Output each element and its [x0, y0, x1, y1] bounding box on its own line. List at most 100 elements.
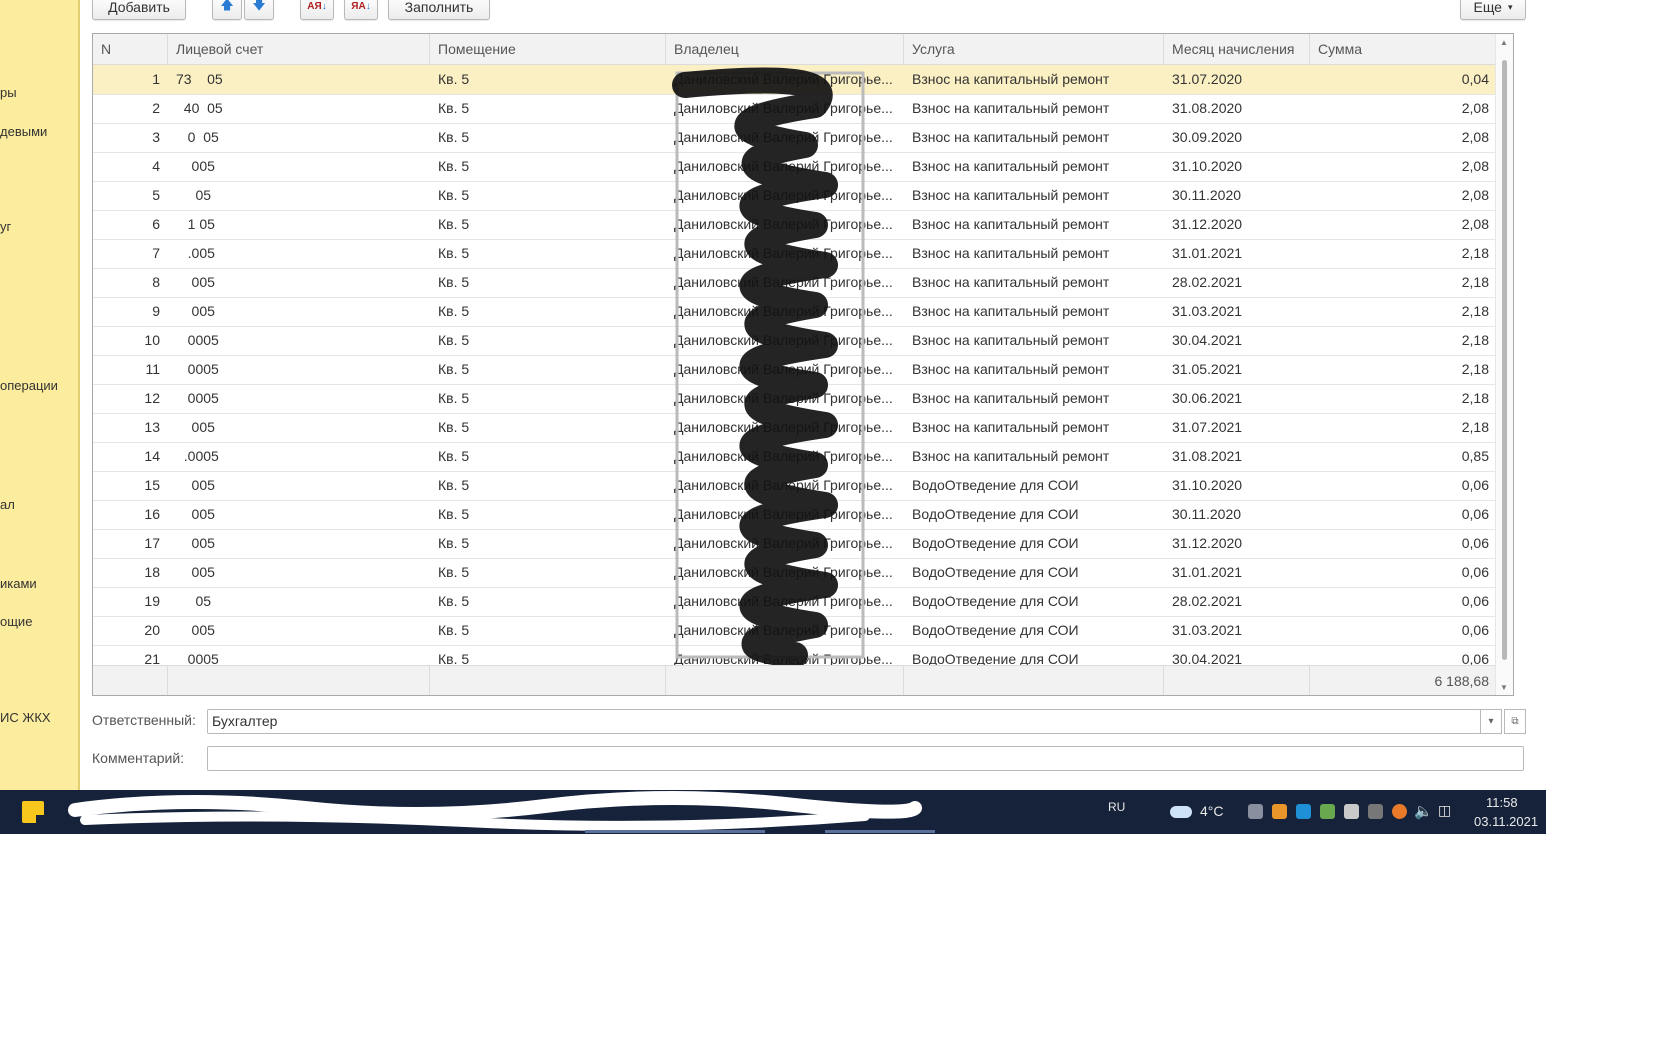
column-header-service[interactable]: Услуга [904, 34, 1164, 64]
responsible-dropdown-button[interactable]: ▾ [1480, 709, 1502, 734]
move-down-button[interactable]: 🡇 [244, 0, 274, 20]
sidebar-item[interactable]: ал [0, 497, 15, 512]
table-row[interactable]: 2 40 05 Кв. 5 Даниловский Валерий Григорье… [93, 94, 1497, 124]
sort-ascending-button[interactable]: АЯ ↓ [300, 0, 334, 20]
responsible-field[interactable]: Бухгалтер [207, 709, 1481, 734]
table-row[interactable]: 18 005 Кв. 5 Даниловский Валерий Григорье.… [93, 558, 1497, 588]
sidebar-item[interactable]: уг [0, 219, 11, 234]
row-number: 5 [152, 187, 160, 203]
sidebar-item[interactable]: операции [0, 378, 58, 393]
weather-temperature[interactable]: 4°C [1200, 803, 1224, 819]
sum-cell: 2,18 [1461, 245, 1489, 261]
row-number: 19 [144, 593, 160, 609]
table-row[interactable]: 17 005 Кв. 5 Даниловский Валерий Григорье.… [93, 529, 1497, 559]
table-row[interactable]: 14 .0005 Кв. 5 Даниловский Валерий Григорь… [93, 442, 1497, 472]
column-header-month[interactable]: Месяц начисления [1164, 34, 1310, 64]
shield-icon[interactable] [1248, 804, 1263, 819]
service-cell: Взнос на капитальный ремонт [912, 419, 1110, 435]
move-up-button[interactable]: 🡅 [212, 0, 242, 20]
table-row[interactable]: 6 1 05 Кв. 5 Даниловский Валерий Григорье.… [93, 210, 1497, 240]
owner-cell: Даниловский Валерий Григорье... [674, 593, 893, 609]
sidebar-item[interactable]: ощие [0, 614, 32, 629]
sidebar-item[interactable]: девыми [0, 124, 47, 139]
table-row[interactable]: 12 0005 Кв. 5 Даниловский Валерий Григорье… [93, 384, 1497, 414]
pen-icon[interactable] [1368, 804, 1383, 819]
room-cell: Кв. 5 [438, 216, 470, 232]
add-button[interactable]: Добавить [92, 0, 186, 20]
messenger-icon[interactable] [1296, 804, 1311, 819]
table-row[interactable]: 4 005 Кв. 5 Даниловский Валерий Григорье..… [93, 152, 1497, 182]
vertical-scrollbar[interactable]: ▲ ▼ [1495, 34, 1513, 695]
scroll-up-icon[interactable]: ▲ [1500, 38, 1508, 47]
column-header-sum[interactable]: Сумма [1310, 34, 1497, 64]
owner-cell: Даниловский Валерий Григорье... [674, 419, 893, 435]
clock-time[interactable]: 11:58 [1486, 795, 1518, 810]
sticky-notes-icon[interactable] [22, 801, 44, 823]
comment-label: Комментарий: [92, 750, 185, 766]
month-cell: 31.07.2021 [1172, 419, 1243, 435]
table-row[interactable]: 8 005 Кв. 5 Даниловский Валерий Григорье..… [93, 268, 1497, 298]
column-header-room[interactable]: Помещение [430, 34, 666, 64]
account-cell: 005 [176, 477, 215, 493]
owner-cell: Даниловский Валерий Григорье... [674, 361, 893, 377]
table-row[interactable]: 16 005 Кв. 5 Даниловский Валерий Григорье.… [93, 500, 1497, 530]
sidebar-item[interactable]: ИС ЖКХ [0, 710, 51, 725]
more-button[interactable]: Еще ▾ [1460, 0, 1526, 20]
owner-cell: Даниловский Валерий Григорье... [674, 129, 893, 145]
mail-icon[interactable] [1272, 804, 1287, 819]
month-cell: 31.05.2021 [1172, 361, 1243, 377]
table-row[interactable]: 7 .005 Кв. 5 Даниловский Валерий Григорье.… [93, 239, 1497, 269]
table-row[interactable]: 9 005 Кв. 5 Даниловский Валерий Григорье..… [93, 297, 1497, 327]
fill-button[interactable]: Заполнить [388, 0, 490, 20]
owner-cell: Даниловский Валерий Григорье... [674, 506, 893, 522]
sum-cell: 2,08 [1461, 129, 1489, 145]
table-row[interactable]: 21 0005 Кв. 5 Даниловский Валерий Григорье… [93, 645, 1497, 665]
sidebar-item[interactable]: иками [0, 576, 37, 591]
sidebar-item[interactable]: ры [0, 85, 17, 100]
responsible-open-button[interactable]: ⧉ [1504, 709, 1526, 734]
scroll-down-icon[interactable]: ▼ [1500, 683, 1508, 692]
table-row[interactable]: 3 0 05 Кв. 5 Даниловский Валерий Григорье.… [93, 123, 1497, 153]
account-cell: 005 [176, 622, 215, 638]
table-row[interactable]: 1 73 05 Кв. 5 Даниловский Валерий Григорье.… [93, 65, 1497, 95]
speaker-icon[interactable]: 🔈 [1414, 802, 1433, 820]
app-tray-icon[interactable] [1344, 804, 1359, 819]
row-number: 14 [144, 448, 160, 464]
comment-field[interactable] [207, 746, 1524, 771]
owner-cell: Даниловский Валерий Григорье... [674, 274, 893, 290]
network-icon[interactable]: ◫ [1438, 802, 1451, 819]
sort-descending-button[interactable]: ЯА ↓ [344, 0, 378, 20]
owner-cell: Даниловский Валерий Григорье... [674, 564, 893, 580]
service-cell: ВодоОтведение для СОИ [912, 564, 1079, 580]
column-header-owner[interactable]: Владелец [666, 34, 904, 64]
sum-cell: 2,18 [1461, 419, 1489, 435]
charges-table[interactable]: N Лицевой счет Помещение Владелец Услуга… [92, 33, 1514, 696]
scrollbar-thumb[interactable] [1502, 60, 1507, 660]
row-number: 9 [152, 303, 160, 319]
table-row[interactable]: 10 0005 Кв. 5 Даниловский Валерий Григорье… [93, 326, 1497, 356]
sum-cell: 0,06 [1461, 593, 1489, 609]
column-header-n[interactable]: N [93, 34, 168, 64]
owner-cell: Даниловский Валерий Григорье... [674, 651, 893, 665]
room-cell: Кв. 5 [438, 564, 470, 580]
avast-icon[interactable] [1392, 804, 1407, 819]
owner-cell: Даниловский Валерий Григорье... [674, 477, 893, 493]
table-row[interactable]: 19 05 Кв. 5 Даниловский Валерий Григорье..… [93, 587, 1497, 617]
sort-ascending-icon: АЯ [307, 1, 322, 12]
table-row[interactable]: 5 05 Кв. 5 Даниловский Валерий Григорье...… [93, 181, 1497, 211]
sum-cell: 2,18 [1461, 361, 1489, 377]
clock-date[interactable]: 03.11.2021 [1474, 814, 1538, 829]
table-row[interactable]: 11 0005 Кв. 5 Даниловский Валерий Григорье… [93, 355, 1497, 385]
input-language[interactable]: RU [1108, 800, 1125, 814]
nvidia-icon[interactable] [1320, 804, 1335, 819]
table-row[interactable]: 13 005 Кв. 5 Даниловский Валерий Григорье.… [93, 413, 1497, 443]
column-header-account[interactable]: Лицевой счет [168, 34, 430, 64]
weather-cloud-icon[interactable] [1170, 806, 1192, 818]
table-row[interactable]: 15 005 Кв. 5 Даниловский Валерий Григорье.… [93, 471, 1497, 501]
month-cell: 30.04.2021 [1172, 332, 1243, 348]
account-cell: 005 [176, 564, 215, 580]
owner-cell: Даниловский Валерий Григорье... [674, 622, 893, 638]
table-row[interactable]: 20 005 Кв. 5 Даниловский Валерий Григорье.… [93, 616, 1497, 646]
month-cell: 31.12.2020 [1172, 216, 1243, 232]
owner-cell: Даниловский Валерий Григорье... [674, 100, 893, 116]
